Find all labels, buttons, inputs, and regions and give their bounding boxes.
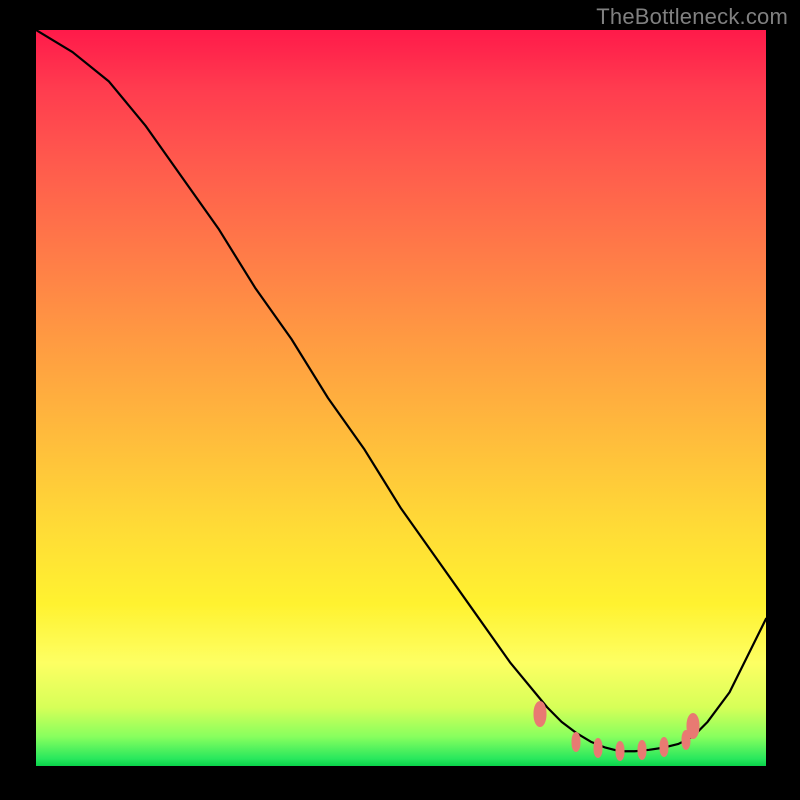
valley-markers [36,30,766,766]
marker-valley-floor-mid1 [594,738,603,758]
marker-valley-start [533,701,546,727]
plot-area [36,30,766,766]
chart-container: TheBottleneck.com [0,0,800,800]
marker-valley-floor-mid2 [616,741,625,761]
marker-valley-floor-mid3 [637,740,646,760]
marker-valley-floor-right [659,737,668,757]
watermark-text: TheBottleneck.com [596,4,788,30]
marker-valley-floor-left [572,732,581,752]
marker-valley-end-upper [687,713,700,739]
